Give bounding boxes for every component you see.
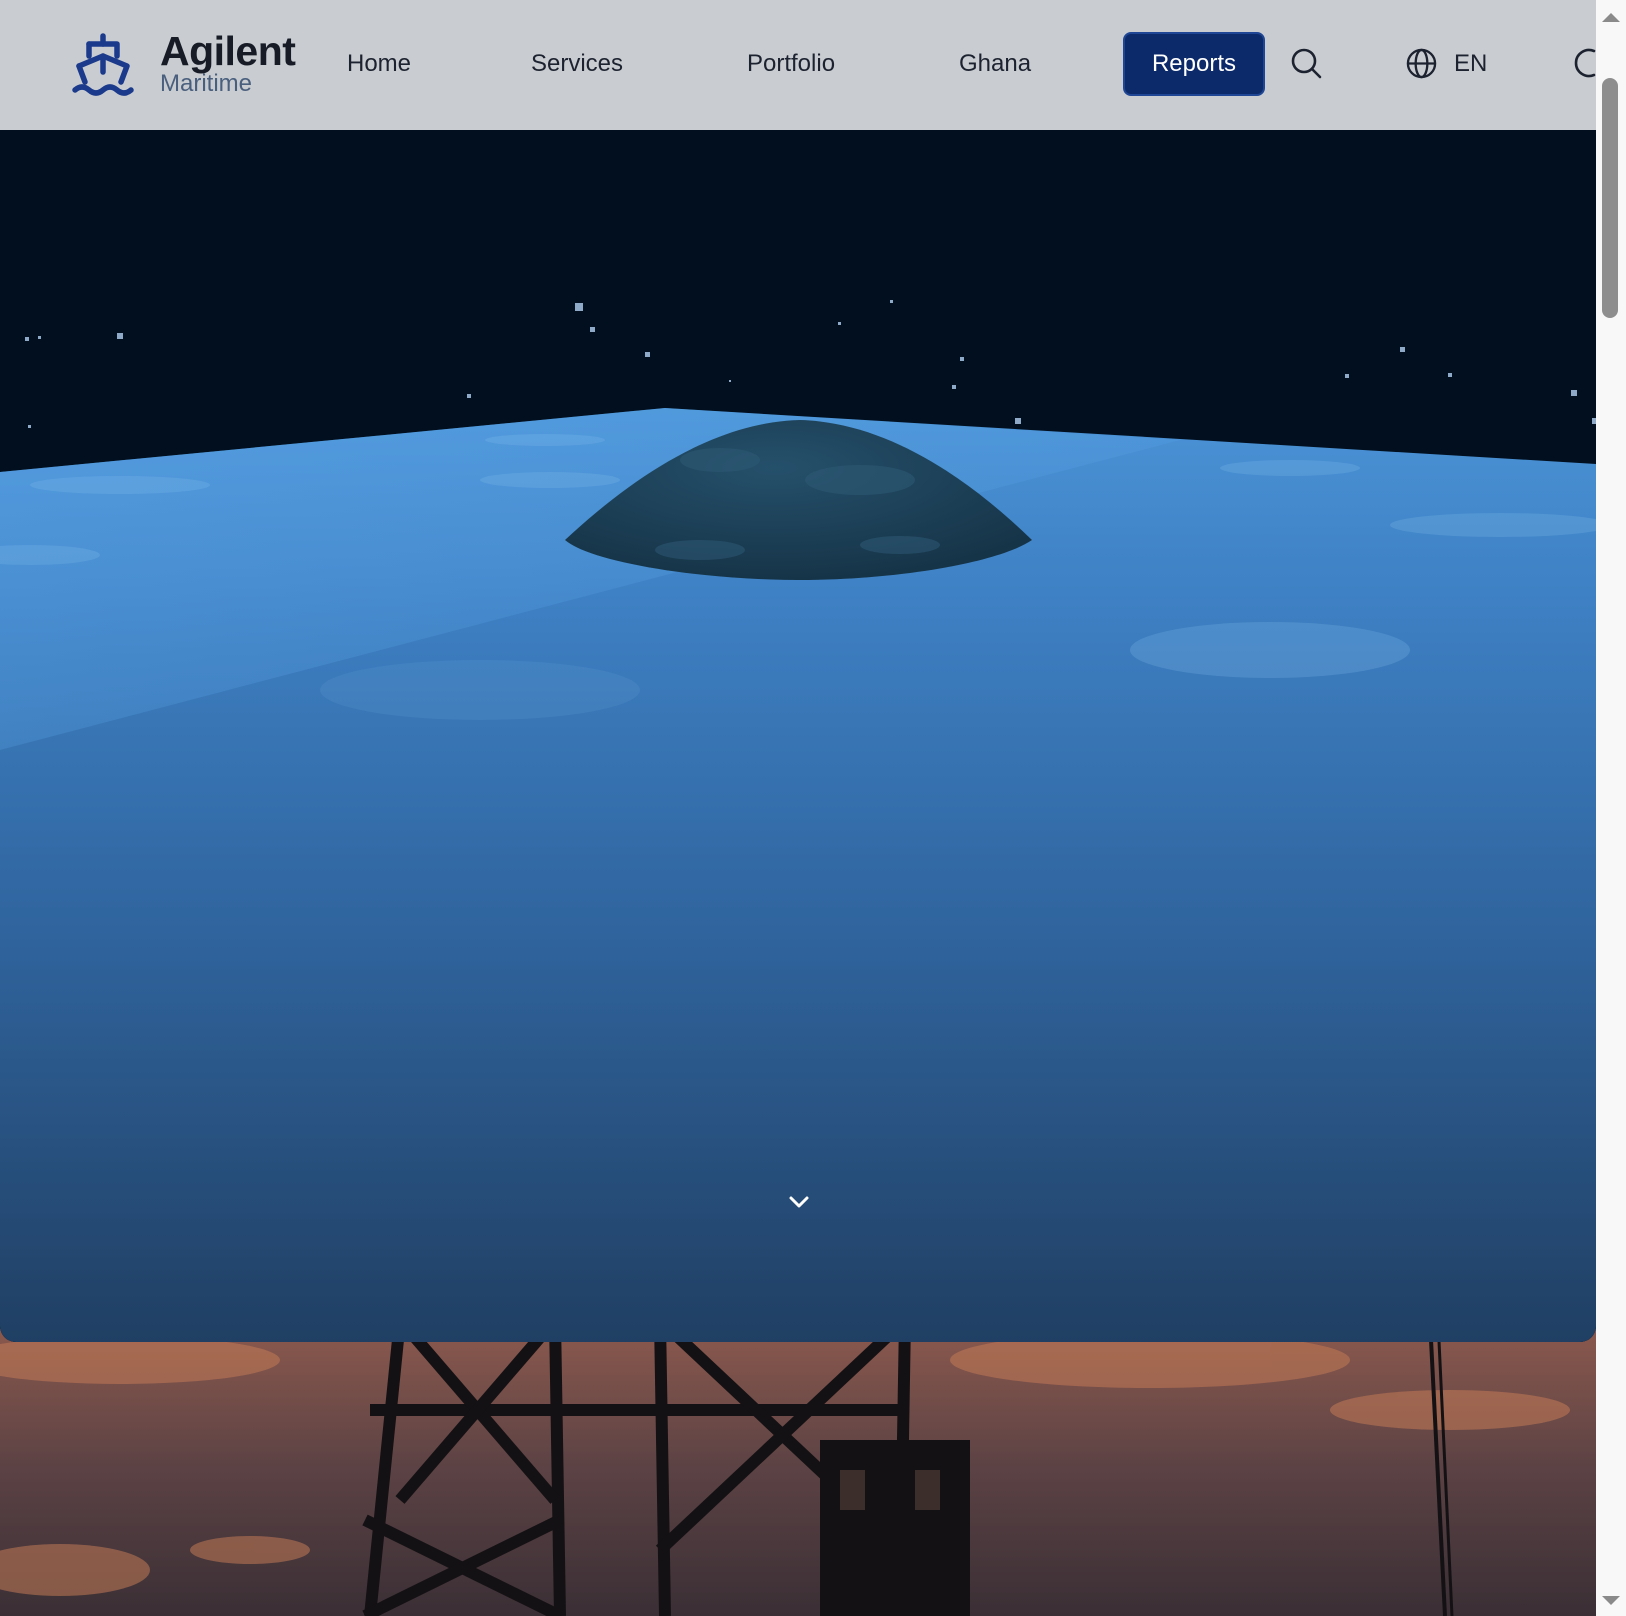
nav-services[interactable]: Services xyxy=(531,44,623,84)
site-header: Agilent Maritime Home Services Portfolio… xyxy=(0,0,1596,130)
hero-scene xyxy=(0,130,1596,1342)
nav-portfolio[interactable]: Portfolio xyxy=(747,44,835,84)
globe-icon[interactable] xyxy=(1405,47,1438,80)
brand[interactable]: Agilent Maritime xyxy=(160,28,296,97)
nav-home[interactable]: Home xyxy=(347,44,411,84)
search-icon[interactable] xyxy=(1289,46,1323,80)
chevron-down-icon[interactable] xyxy=(780,1184,818,1222)
ship-icon[interactable] xyxy=(71,32,135,96)
reports-button[interactable]: Reports xyxy=(1123,32,1265,96)
hero-section xyxy=(0,130,1596,1342)
moon-icon[interactable] xyxy=(1570,46,1596,80)
scroll-up-arrow-icon[interactable] xyxy=(1596,4,1626,34)
page-scrollbar[interactable] xyxy=(1596,0,1626,1616)
scrollbar-thumb[interactable] xyxy=(1602,78,1618,318)
brand-name: Agilent xyxy=(160,28,296,74)
brand-subtitle: Maritime xyxy=(160,70,253,97)
language-label[interactable]: EN xyxy=(1454,44,1487,84)
crane-sunset-image xyxy=(0,1320,1596,1616)
nav-ghana[interactable]: Ghana xyxy=(959,44,1031,84)
scroll-down-arrow-icon[interactable] xyxy=(1596,1584,1626,1614)
